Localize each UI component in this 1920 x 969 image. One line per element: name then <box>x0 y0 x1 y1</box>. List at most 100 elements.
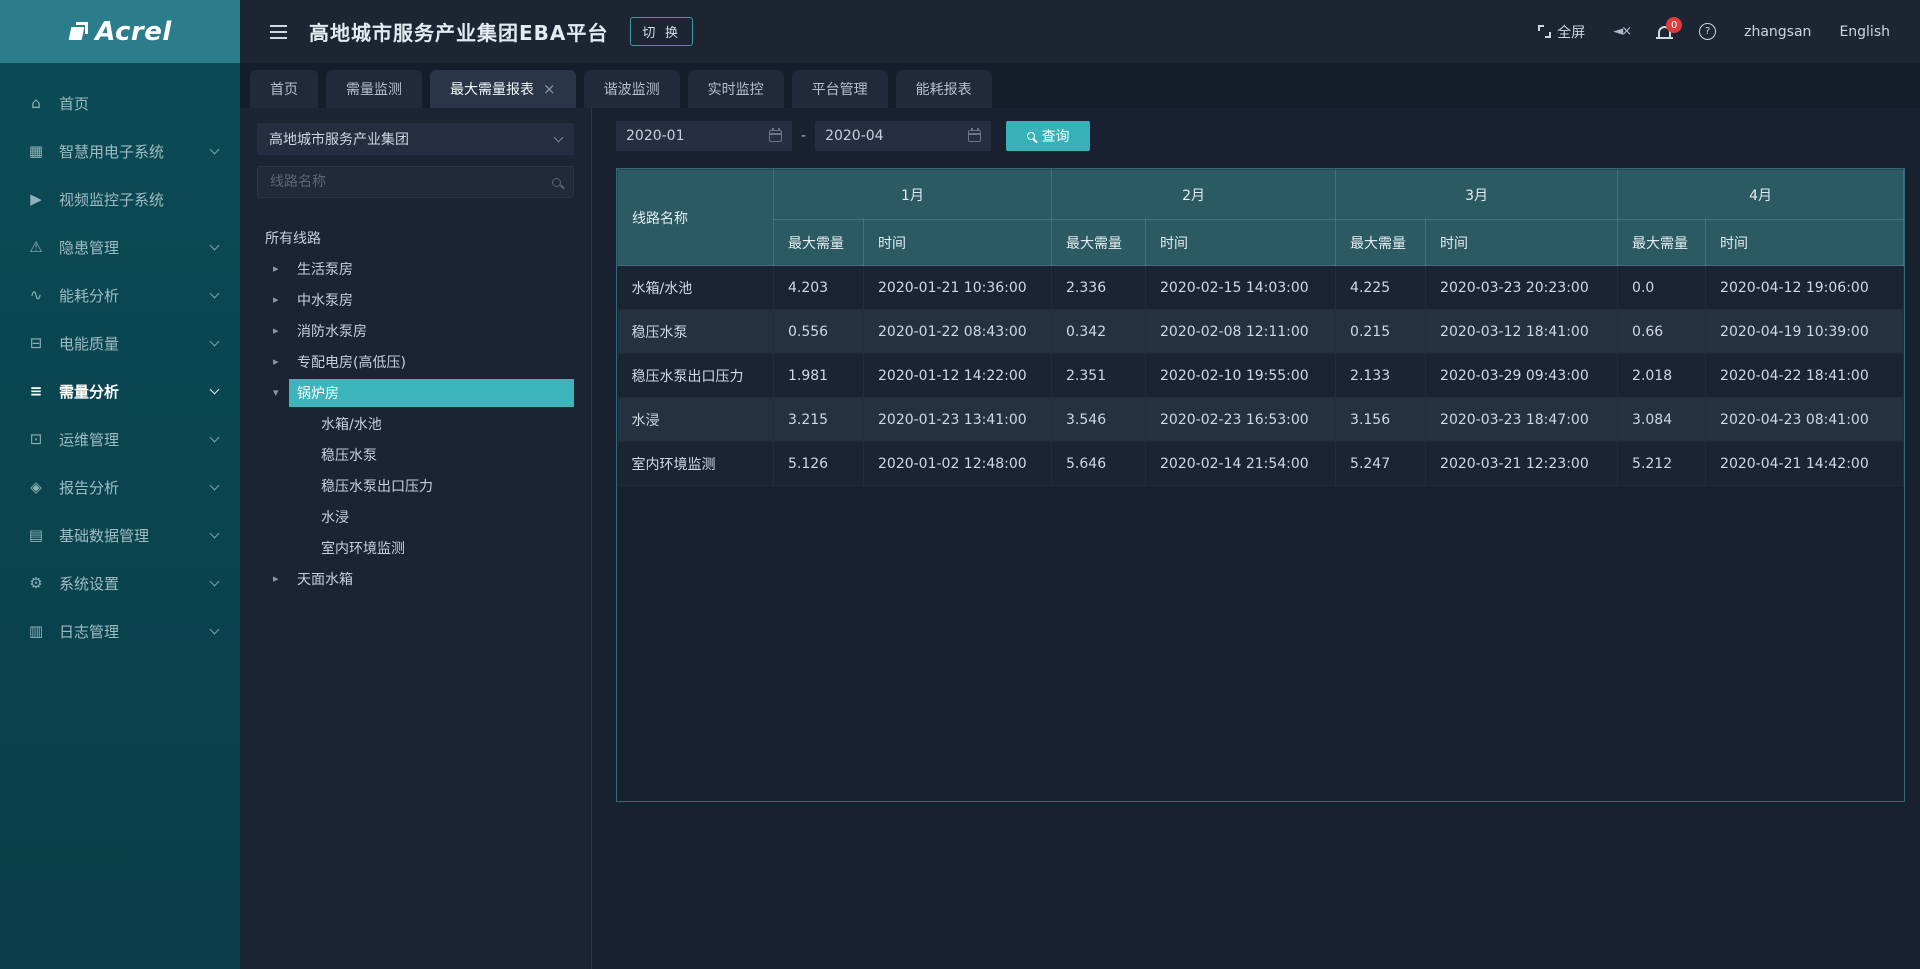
tab-5[interactable]: 平台管理 <box>792 70 888 108</box>
sidebar-item-label: 隐患管理 <box>59 237 211 258</box>
tree-node-1[interactable]: ▸生活泵房 <box>257 253 574 284</box>
notification-button[interactable]: 0 <box>1658 26 1671 37</box>
sidebar-item-5[interactable]: ⊟ 电能质量 <box>0 319 240 367</box>
search-icon[interactable] <box>552 178 561 187</box>
arrow-collapsed-icon[interactable]: ▸ <box>273 262 289 275</box>
tab-4[interactable]: 实时监控 <box>688 70 784 108</box>
table-row-3: 水浸3.2152020-01-23 13:41:003.5462020-02-2… <box>618 398 1904 442</box>
arrow-collapsed-icon[interactable]: ▸ <box>273 324 289 337</box>
question-icon: ? <box>1699 23 1716 40</box>
max-demand-cell-m1: 5.126 <box>774 442 864 486</box>
sidebar-item-11[interactable]: ▥日志管理 <box>0 607 240 655</box>
sidebar-item-label: 视频监控子系统 <box>59 189 218 210</box>
tree-node-label: 锅炉房 <box>289 379 574 407</box>
tab-label: 最大需量报表 <box>450 79 534 99</box>
acrel-logo-text: Acrel <box>95 17 172 47</box>
time-cell-m3: 2020-03-23 18:47:00 <box>1426 398 1618 442</box>
sidebar-item-8[interactable]: ◈报告分析 <box>0 463 240 511</box>
time-cell-m4: 2020-04-12 19:06:00 <box>1706 266 1904 310</box>
sidebar-item-4[interactable]: ∿能耗分析 <box>0 271 240 319</box>
menu-collapse-icon[interactable] <box>270 31 287 33</box>
username[interactable]: zhangsan <box>1744 24 1811 40</box>
end-month-picker[interactable]: 2020-04 <box>815 121 991 151</box>
line-search-box <box>257 166 574 198</box>
sidebar-item-label: 需量分析 <box>59 381 211 402</box>
tree-node-4[interactable]: ▸专配电房(高低压) <box>257 346 574 377</box>
help-button[interactable]: ? <box>1699 23 1716 40</box>
tree-node-5[interactable]: ▾锅炉房 <box>257 377 574 408</box>
sidebar-item-9[interactable]: ▤基础数据管理 <box>0 511 240 559</box>
tree-node-2[interactable]: ▸中水泵房 <box>257 284 574 315</box>
max-demand-header-0: 最大需量 <box>774 220 864 266</box>
time-header-2: 时间 <box>1426 220 1618 266</box>
sidebar-item-7[interactable]: ⊡运维管理 <box>0 415 240 463</box>
sidebar-item-6[interactable]: ≡需量分析 <box>0 367 240 415</box>
max-demand-report-table: 线路名称1月2月3月4月最大需量时间最大需量时间最大需量时间最大需量时间 水箱/… <box>617 169 1904 486</box>
tree-node-6[interactable]: 水箱/水池 <box>257 408 574 439</box>
time-cell-m2: 2020-02-14 21:54:00 <box>1146 442 1336 486</box>
time-cell-m4: 2020-04-23 08:41:00 <box>1706 398 1904 442</box>
tree-node-3[interactable]: ▸消防水泵房 <box>257 315 574 346</box>
arrow-collapsed-icon[interactable]: ▸ <box>273 293 289 306</box>
tree-node-11[interactable]: ▸天面水箱 <box>257 563 574 594</box>
sidebar-item-label: 首页 <box>59 93 218 114</box>
mute-speaker-icon[interactable]: ◄× <box>1613 24 1630 39</box>
time-cell-m1: 2020-01-23 13:41:00 <box>864 398 1052 442</box>
video-monitor-icon: ▶ <box>26 190 46 208</box>
tab-close-icon[interactable]: × <box>543 82 556 97</box>
acrel-logo-icon <box>68 22 88 42</box>
table-header: 线路名称1月2月3月4月最大需量时间最大需量时间最大需量时间最大需量时间 <box>618 170 1904 266</box>
switch-button[interactable]: 切 换 <box>630 17 693 46</box>
sidebar-item-0[interactable]: ⌂首页 <box>0 79 240 127</box>
table-row-2: 稳压水泵出口压力1.9812020-01-12 14:22:002.351202… <box>618 354 1904 398</box>
tree-node-7[interactable]: 稳压水泵 <box>257 439 574 470</box>
org-select[interactable]: 高地城市服务产业集团 <box>257 123 574 155</box>
chevron-down-icon <box>210 240 220 250</box>
tab-0[interactable]: 首页 <box>250 70 318 108</box>
tree-node-label: 生活泵房 <box>289 255 361 283</box>
max-demand-cell-m3: 2.133 <box>1336 354 1426 398</box>
report-icon: ◈ <box>26 478 46 496</box>
tree-node-10[interactable]: 室内环境监测 <box>257 532 574 563</box>
chevron-down-icon <box>210 624 220 634</box>
sidebar-item-label: 日志管理 <box>59 621 211 642</box>
notification-badge: 0 <box>1666 17 1682 33</box>
max-demand-cell-m1: 3.215 <box>774 398 864 442</box>
line-search-input[interactable] <box>270 174 552 190</box>
arrow-collapsed-icon[interactable]: ▸ <box>273 355 289 368</box>
sidebar-item-label: 电能质量 <box>59 333 211 354</box>
sidebar-item-1[interactable]: ▦智慧用电子系统 <box>0 127 240 175</box>
max-demand-cell-m4: 3.084 <box>1618 398 1706 442</box>
language-switch[interactable]: English <box>1839 24 1890 40</box>
acrel-logo: Acrel <box>0 0 240 63</box>
fullscreen-icon <box>1538 25 1551 38</box>
tab-2[interactable]: 最大需量报表 × <box>430 70 576 108</box>
time-cell-m2: 2020-02-10 19:55:00 <box>1146 354 1336 398</box>
time-cell-m2: 2020-02-08 12:11:00 <box>1146 310 1336 354</box>
sidebar-item-3[interactable]: ⚠隐患管理 <box>0 223 240 271</box>
arrow-collapsed-icon[interactable]: ▸ <box>273 572 289 585</box>
table-body: 水箱/水池4.2032020-01-21 10:36:002.3362020-0… <box>618 266 1904 486</box>
table-row-4: 室内环境监测5.1262020-01-02 12:48:005.6462020-… <box>618 442 1904 486</box>
start-month-picker[interactable]: 2020-01 <box>616 121 792 151</box>
tree-node-8[interactable]: 稳压水泵出口压力 <box>257 470 574 501</box>
tree-node-0[interactable]: 所有线路 <box>257 222 574 253</box>
sidebar-item-10[interactable]: ⚙系统设置 <box>0 559 240 607</box>
tree-node-label: 天面水箱 <box>289 565 361 593</box>
sidebar-item-2[interactable]: ▶ 视频监控子系统 <box>0 175 240 223</box>
power-quality-icon: ⊟ <box>26 334 46 352</box>
tab-3[interactable]: 谐波监测 <box>584 70 680 108</box>
settings-icon: ⚙ <box>26 574 46 592</box>
tree-node-9[interactable]: 水浸 <box>257 501 574 532</box>
query-button[interactable]: 查询 <box>1006 121 1090 151</box>
tree-node-label: 稳压水泵出口压力 <box>313 472 441 500</box>
fullscreen-button[interactable]: 全屏 <box>1538 22 1585 42</box>
time-cell-m3: 2020-03-12 18:41:00 <box>1426 310 1618 354</box>
tab-6[interactable]: 能耗报表 <box>896 70 992 108</box>
arrow-expanded-icon[interactable]: ▾ <box>273 386 289 399</box>
tab-1[interactable]: 需量监测 <box>326 70 422 108</box>
max-demand-cell-m4: 5.212 <box>1618 442 1706 486</box>
chevron-down-icon <box>210 432 220 442</box>
max-demand-cell-m2: 2.336 <box>1052 266 1146 310</box>
operation-icon: ⊡ <box>26 430 46 448</box>
